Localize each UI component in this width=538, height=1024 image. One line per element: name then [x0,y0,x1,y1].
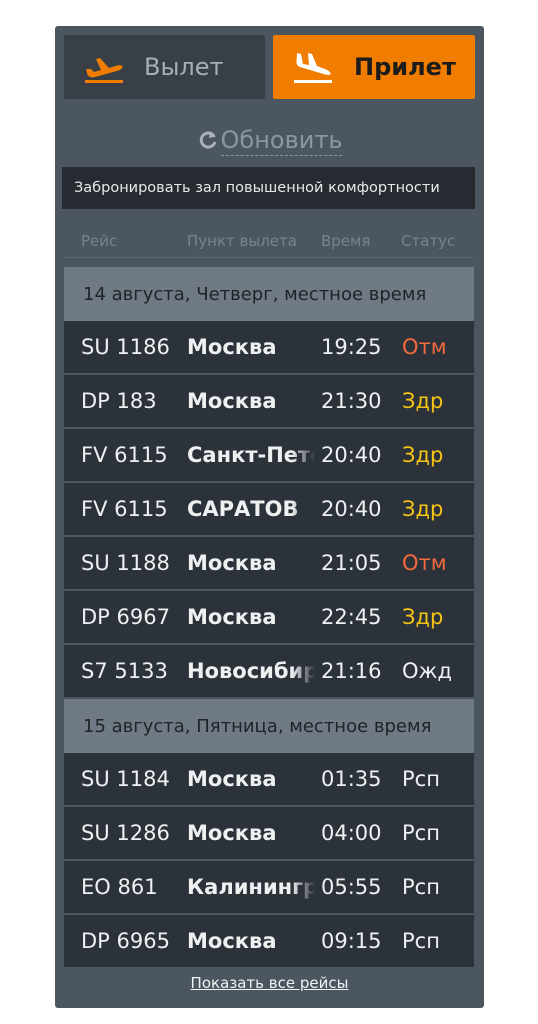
flight-status: Здр [402,605,444,629]
arrival-time: 21:05 [321,551,382,575]
flight-row[interactable]: DP 6965 Москва 09:15 Рсп [64,915,474,968]
origin-city: Москва [187,767,277,791]
flight-row[interactable]: S7 5133 Новосибирск21:16 Ожд [64,645,474,698]
flight-number: DP 6965 [81,929,170,953]
arrival-time: 20:40 [321,443,382,467]
flight-number: EO 861 [81,875,158,899]
date-group-header: 14 августа, Четверг, местное время [64,267,474,321]
table-header: Рейс Пункт вылета Время Статус [64,228,474,258]
arrival-time: 21:16 [321,659,382,683]
refresh-label: Обновить [220,125,343,156]
footer: Показать все рейсы [55,974,484,998]
flight-status: Здр [402,497,444,521]
flight-status: Отм [402,551,447,575]
date-group-header: 15 августа, Пятница, местное время [64,699,474,753]
arrival-time: 01:35 [321,767,382,791]
flight-row[interactable]: SU 1184 Москва 01:35 Рсп [64,753,474,806]
flight-status: Здр [402,443,444,467]
flight-number: SU 1184 [81,767,170,791]
flight-number: SU 1286 [81,821,170,845]
plane-takeoff-icon [85,58,123,83]
flight-row[interactable]: FV 6115 Санкт-Петербург20:40 Здр [64,429,474,482]
arrival-time: 04:00 [321,821,382,845]
flight-number: FV 6115 [81,497,168,521]
origin-city: Москва [187,551,277,575]
arrival-time: 20:40 [321,497,382,521]
refresh-inner: Обновить [197,125,343,156]
show-all-flights-link[interactable]: Показать все рейсы [191,974,349,992]
direction-tabs: Вылет Прилет [64,35,475,99]
tab-arrival-label: Прилет [354,53,456,81]
arrival-time: 22:45 [321,605,382,629]
flight-status: Отм [402,335,447,359]
book-lounge-button[interactable]: Забронировать зал повышенной комфортност… [62,167,475,209]
flight-row[interactable]: SU 1186 Москва 19:25 Отм [64,321,474,374]
flight-status: Здр [402,389,444,413]
flight-status: Рсп [402,767,440,791]
refresh-icon [199,131,216,149]
flight-number: DP 6967 [81,605,170,629]
column-time-header: Время [321,232,371,250]
origin-city: Москва [187,335,277,359]
tab-arrival[interactable]: Прилет [273,35,475,99]
flight-number: S7 5133 [81,659,168,683]
arrival-time: 09:15 [321,929,382,953]
flight-status: Рсп [402,875,440,899]
flight-row[interactable]: SU 1286 Москва 04:00 Рсп [64,807,474,860]
flight-status: Рсп [402,929,440,953]
tab-departure-label: Вылет [144,53,224,81]
column-status-header: Статус [401,232,456,250]
flight-row[interactable]: FV 6115 САРАТОВ 20:40 Здр [64,483,474,536]
origin-city: Москва [187,929,277,953]
arrival-time: 19:25 [321,335,382,359]
flight-number: DP 183 [81,389,157,413]
refresh-button[interactable]: Обновить [55,122,484,158]
flight-number: SU 1186 [81,335,170,359]
flight-number: FV 6115 [81,443,168,467]
origin-city: Новосибирск [187,659,315,683]
tab-departure[interactable]: Вылет [64,35,265,99]
origin-city: Калининград [187,875,315,899]
flight-status: Рсп [402,821,440,845]
flight-row[interactable]: SU 1188 Москва 21:05 Отм [64,537,474,590]
column-origin-header: Пункт вылета [187,232,297,250]
flight-number: SU 1188 [81,551,170,575]
origin-city: Москва [187,605,277,629]
flight-status: Ожд [402,659,452,683]
arrival-time: 05:55 [321,875,382,899]
arrival-time: 21:30 [321,389,382,413]
plane-landing-icon [294,53,332,83]
flight-board-widget: Вылет Прилет Обновить Забронировать зал … [55,26,484,1008]
origin-city: САРАТОВ [187,497,299,521]
flight-row[interactable]: EO 861 Калининград05:55 Рсп [64,861,474,914]
column-flight-header: Рейс [81,232,118,250]
flight-row[interactable]: DP 6967 Москва 22:45 Здр [64,591,474,644]
origin-city: Москва [187,821,277,845]
origin-city: Москва [187,389,277,413]
flight-row[interactable]: DP 183 Москва 21:30 Здр [64,375,474,428]
origin-city: Санкт-Петербург [187,443,315,467]
